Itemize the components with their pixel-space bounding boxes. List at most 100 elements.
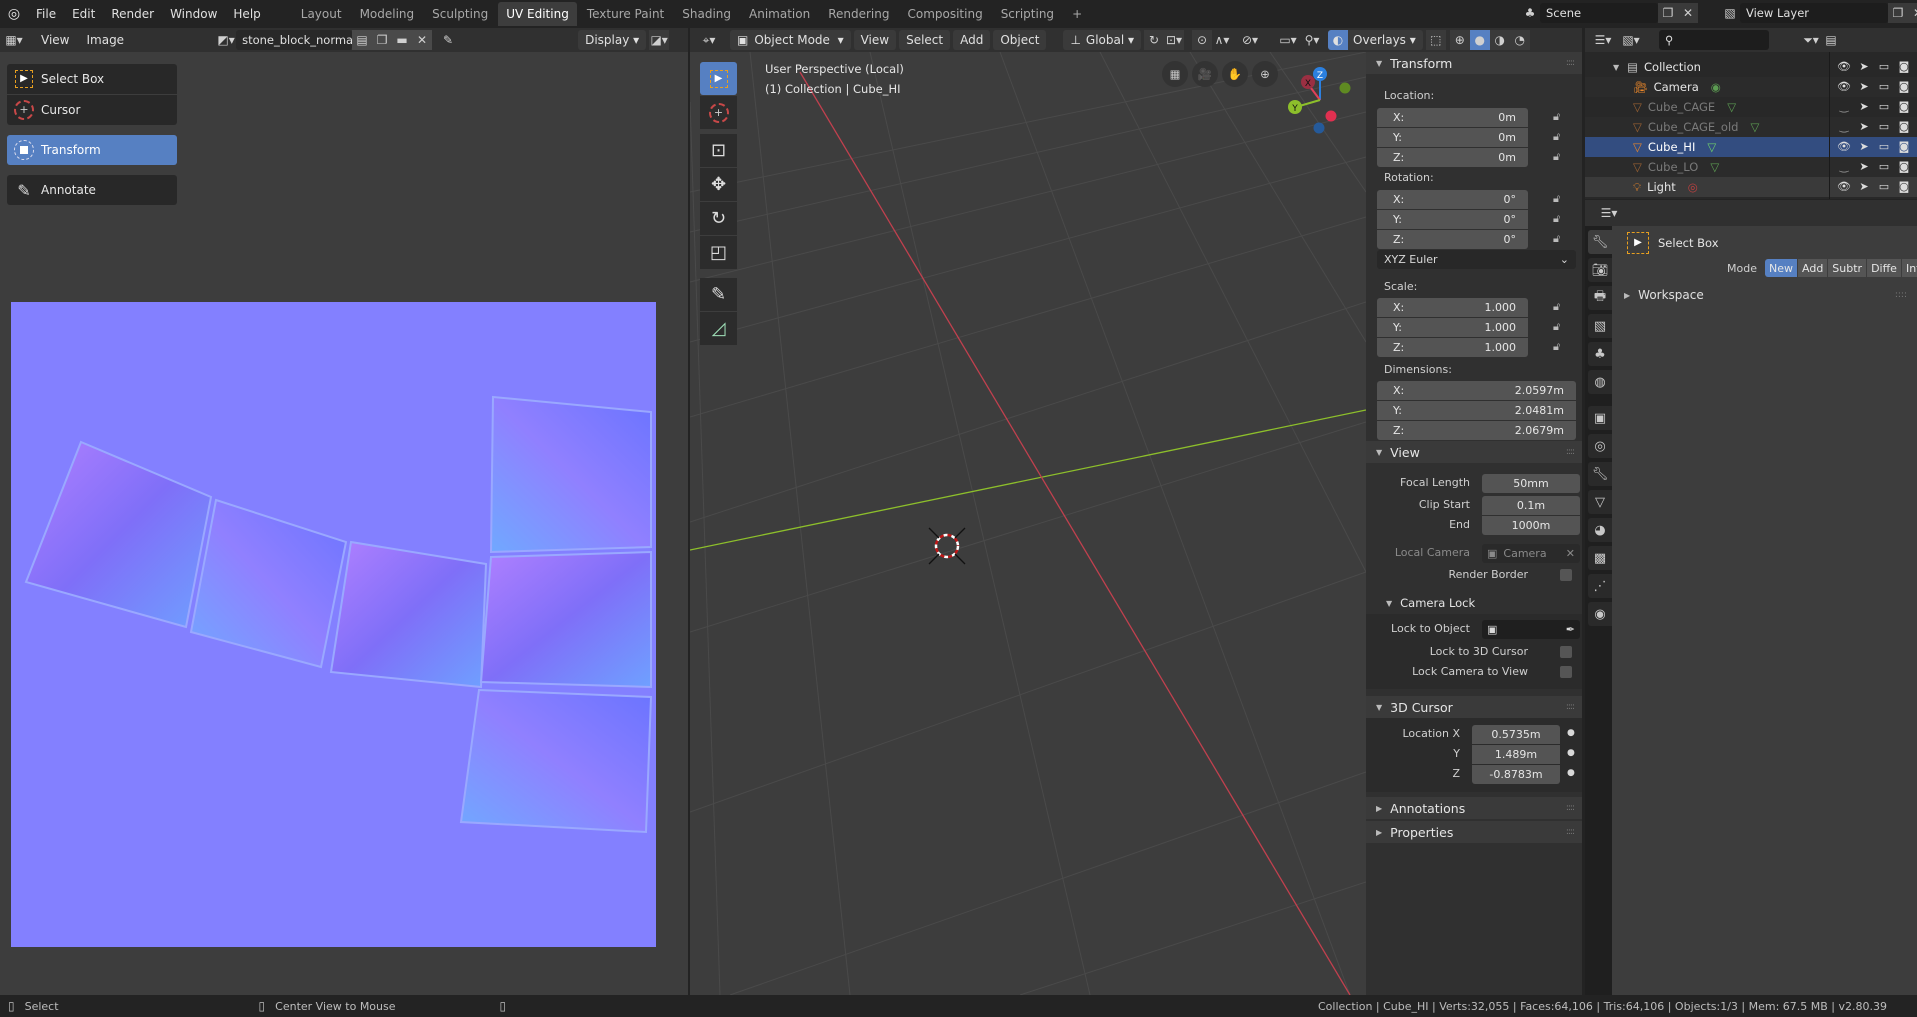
local-camera-field[interactable]: ▣ Camera ✕ <box>1482 544 1580 563</box>
viewport-monitor-icon[interactable]: ▭ <box>1877 120 1891 133</box>
mesh-data-icon[interactable]: ▽ <box>1707 140 1716 154</box>
tool-annotate[interactable]: ✎ <box>700 278 737 311</box>
dimensions-x-field[interactable]: X: 2.0597m <box>1377 381 1576 400</box>
lock-icon[interactable]: 🔓︎ <box>1553 232 1567 246</box>
workspace-tab-layout[interactable]: Layout <box>293 2 350 26</box>
keyframe-dot-icon[interactable]: ● <box>1567 748 1575 758</box>
focal-length-field[interactable]: 50mm <box>1482 474 1580 493</box>
workspace-tab-scripting[interactable]: Scripting <box>993 2 1062 26</box>
editor-type-icon[interactable]: ⌖▾ <box>694 30 724 50</box>
drag-grip-icon[interactable]: :::: <box>1566 803 1575 813</box>
shading-material-icon[interactable]: ◑ <box>1489 30 1510 50</box>
tool-rotate[interactable]: ↻ <box>700 202 737 235</box>
toggle-ortho-button[interactable]: ▦ <box>1162 61 1188 87</box>
tab-render[interactable]: 📷︎ <box>1588 258 1612 282</box>
selectable-arrow-icon[interactable]: ➤ <box>1857 120 1871 133</box>
object-type-visibility-icon[interactable]: ▭▾ <box>1278 30 1298 50</box>
tool-select-box[interactable]: ▶ <box>700 62 737 95</box>
tab-constraints[interactable]: ◉ <box>1588 602 1612 626</box>
workspace-tab-sculpting[interactable]: Sculpting <box>424 2 496 26</box>
image-name-field[interactable]: stone_block_normal <box>236 30 356 50</box>
viewport-monitor-icon[interactable]: ▭ <box>1877 60 1891 73</box>
visibility-eye-icon[interactable]: 👁︎ <box>1837 180 1851 193</box>
menu-help[interactable]: Help <box>225 7 268 21</box>
proportional-edit-icon[interactable]: ⊙ <box>1192 30 1213 50</box>
camera-lock-subpanel-header[interactable]: ▼ Camera Lock <box>1366 592 1582 614</box>
render-camera-icon[interactable]: ◙ <box>1897 120 1911 133</box>
cursor-y-field[interactable]: 1.489m <box>1472 745 1560 764</box>
workspace-tab-rendering[interactable]: Rendering <box>820 2 897 26</box>
navigation-gizmo[interactable]: Z X Y <box>1280 62 1360 142</box>
lock-to-3d-cursor-checkbox[interactable] <box>1560 646 1572 658</box>
workspace-panel-header[interactable]: ▶ Workspace :::: <box>1612 284 1917 306</box>
tool-move[interactable]: ✥ <box>700 168 737 201</box>
menu-view[interactable]: View <box>34 30 76 50</box>
location-x-field[interactable]: X: 0m <box>1377 108 1528 127</box>
view-layer-icon[interactable]: ▧ <box>1720 3 1740 23</box>
visibility-eye-icon[interactable]: 👁︎ <box>1837 80 1851 93</box>
mode-subtract-button[interactable]: Subtr <box>1828 259 1867 277</box>
gizmo-icon[interactable]: ⚲▾ <box>1302 30 1322 50</box>
drag-grip-icon[interactable]: :::: <box>1895 290 1907 300</box>
camera-data-icon[interactable]: ◉ <box>1711 80 1721 94</box>
tab-modifiers[interactable]: 🔧︎ <box>1588 462 1612 486</box>
drag-grip-icon[interactable]: :::: <box>1566 58 1575 68</box>
scale-z-field[interactable]: Z: 1.000 <box>1377 338 1528 357</box>
delete-view-layer-icon[interactable]: ✕ <box>1908 3 1917 23</box>
mesh-data-icon[interactable]: ▽ <box>1710 160 1719 174</box>
rotation-mode-dropdown[interactable]: XYZ Euler ⌄ <box>1377 250 1576 269</box>
eyedropper-icon[interactable]: ✒ <box>1566 623 1575 636</box>
editor-type-icon[interactable]: ▦▾ <box>4 30 24 50</box>
lock-icon[interactable]: 🔓︎ <box>1553 212 1567 226</box>
menu-window[interactable]: Window <box>162 7 225 21</box>
viewport-monitor-icon[interactable]: ▭ <box>1877 140 1891 153</box>
render-camera-icon[interactable]: ◙ <box>1897 140 1911 153</box>
tool-annotate[interactable]: ✎ Annotate <box>7 175 177 205</box>
render-camera-icon[interactable]: ◙ <box>1897 80 1911 93</box>
tool-cursor[interactable]: + <box>700 96 737 129</box>
menu-file[interactable]: File <box>28 7 64 21</box>
snap-icon[interactable]: ⊡▾ <box>1164 30 1185 50</box>
mode-new-button[interactable]: New <box>1765 259 1797 277</box>
visibility-hidden-icon[interactable]: ‿ <box>1837 160 1851 173</box>
viewport-monitor-icon[interactable]: ▭ <box>1877 100 1891 113</box>
selectable-arrow-icon[interactable]: ➤ <box>1857 80 1871 93</box>
tab-texture[interactable]: ▩ <box>1588 546 1612 570</box>
selectable-arrow-icon[interactable]: ➤ <box>1857 180 1871 193</box>
selectable-arrow-icon[interactable]: ➤ <box>1857 160 1871 173</box>
tool-select-box[interactable]: ▶ Select Box <box>7 64 177 94</box>
orientation-dropdown[interactable]: ⊥ Global ▾ <box>1063 30 1142 50</box>
new-collection-icon[interactable]: ▤ <box>1821 30 1841 50</box>
selectable-arrow-icon[interactable]: ➤ <box>1857 60 1871 73</box>
tab-particles[interactable]: ⋰ <box>1588 574 1612 598</box>
tool-measure[interactable]: ◿ <box>700 312 737 345</box>
viewport-monitor-icon[interactable]: ▭ <box>1877 180 1891 193</box>
menu-object[interactable]: Object <box>993 30 1047 50</box>
pivot-icon[interactable]: ↻ <box>1144 30 1165 50</box>
image-editor[interactable]: ▶ Select Box + Cursor Transform ✎ Annota… <box>0 52 688 995</box>
browse-image-icon[interactable]: ◩▾ <box>216 30 236 50</box>
drag-grip-icon[interactable]: :::: <box>1566 447 1575 457</box>
normal-map-image[interactable] <box>11 302 656 947</box>
pan-button[interactable]: ✋ <box>1222 61 1248 87</box>
clear-icon[interactable]: ✕ <box>1566 547 1575 560</box>
render-camera-icon[interactable]: ◙ <box>1897 60 1911 73</box>
transform-pivot-icon[interactable]: ⊘▾ <box>1240 30 1260 50</box>
tool-cursor[interactable]: + Cursor <box>7 95 177 125</box>
3d-viewport[interactable]: User Perspective (Local) (1) Collection … <box>690 52 1366 995</box>
render-camera-icon[interactable]: ◙ <box>1897 160 1911 173</box>
view-layer-field[interactable]: View Layer <box>1740 3 1888 23</box>
blender-logo-icon[interactable]: ◎ <box>0 6 28 22</box>
lock-camera-to-view-checkbox[interactable] <box>1560 666 1572 678</box>
overlays-button[interactable]: ◐ Overlays ▾ <box>1328 30 1423 50</box>
lock-icon[interactable]: 🔓︎ <box>1553 130 1567 144</box>
workspace-tab-texture-paint[interactable]: Texture Paint <box>579 2 672 26</box>
tab-object[interactable]: ▣ <box>1588 406 1612 430</box>
duplicate-scene-icon[interactable]: ❐ <box>1658 3 1678 23</box>
tab-object-data[interactable]: ▽ <box>1588 490 1612 514</box>
clip-end-field[interactable]: 1000m <box>1482 516 1580 535</box>
rotation-x-field[interactable]: X: 0° <box>1377 190 1528 209</box>
rotation-z-field[interactable]: Z: 0° <box>1377 230 1528 249</box>
annotations-panel-header[interactable]: ▶ Annotations:::: <box>1366 797 1582 819</box>
location-z-field[interactable]: Z: 0m <box>1377 148 1528 167</box>
